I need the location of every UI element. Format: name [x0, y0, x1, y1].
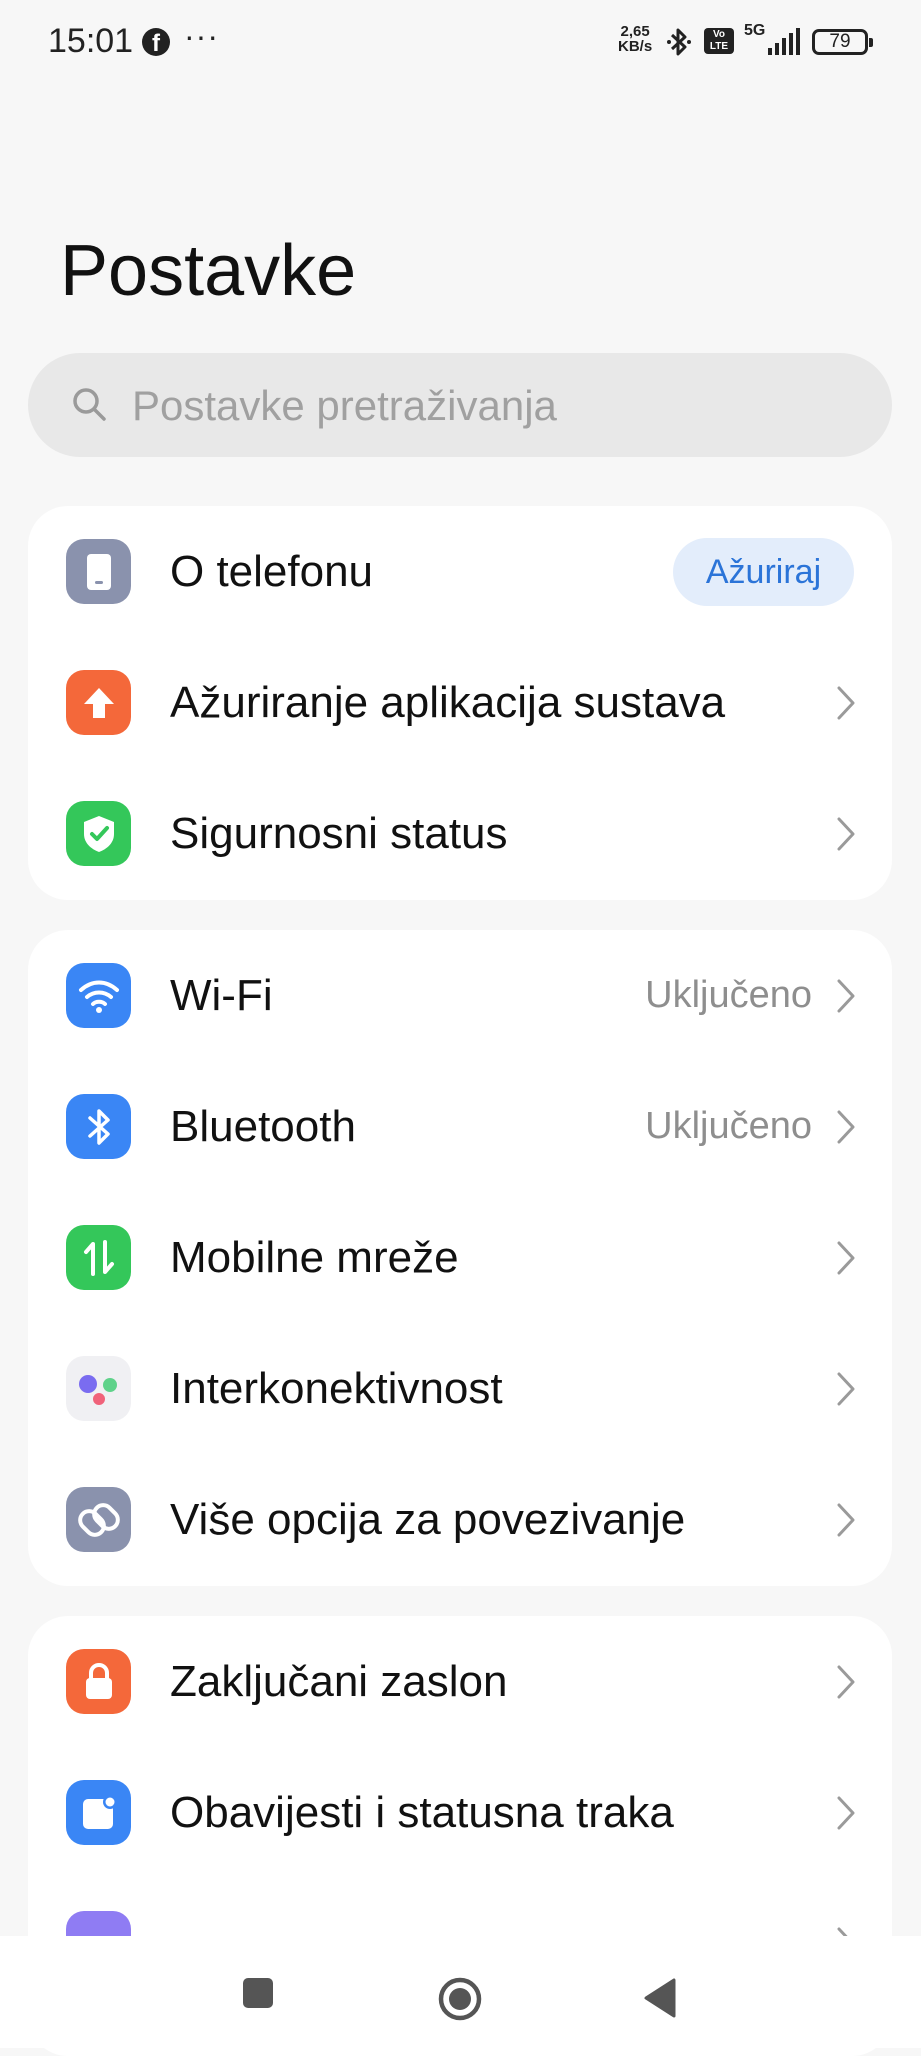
settings-item-interconnectivity[interactable]: Interkonektivnost	[28, 1323, 892, 1454]
network-speed-unit: KB/s	[618, 38, 653, 55]
bluetooth-icon	[66, 1094, 131, 1159]
chevron-right-icon	[837, 1372, 855, 1406]
phone-icon	[66, 539, 131, 604]
settings-item-label: Obavijesti i statusna traka	[170, 1788, 674, 1837]
chevron-right-icon	[837, 686, 855, 720]
settings-item-label: O telefonu	[170, 547, 374, 596]
volte-top: Vo	[712, 29, 726, 40]
settings-item-label: Bluetooth	[170, 1102, 356, 1151]
settings-item-label: Interkonektivnost	[170, 1364, 503, 1413]
back-triangle-icon[interactable]	[640, 1976, 680, 2020]
settings-item-label: Zaključani zaslon	[170, 1657, 508, 1706]
link-icon	[66, 1487, 131, 1552]
facebook-icon: f	[142, 28, 170, 57]
chevron-right-icon	[837, 979, 855, 1013]
update-button[interactable]: Ažuriraj	[673, 538, 854, 606]
settings-group-connectivity: Wi-Fi Uključeno Bluetooth Uključeno Mobi…	[28, 930, 892, 1586]
signal-icon	[768, 28, 800, 55]
shield-check-icon	[66, 801, 131, 866]
settings-item-mobile-networks[interactable]: Mobilne mreže	[28, 1192, 892, 1323]
chevron-right-icon	[837, 1241, 855, 1275]
wifi-icon	[66, 963, 131, 1028]
settings-item-security-status[interactable]: Sigurnosni status	[28, 768, 892, 899]
arrow-up-icon	[66, 670, 131, 735]
volte-icon: Vo LTE	[704, 28, 734, 54]
search-bar[interactable]	[28, 353, 892, 459]
settings-item-label: Sigurnosni status	[170, 809, 508, 858]
lock-icon	[66, 1649, 131, 1714]
settings-item-lock-screen[interactable]: Zaključani zaslon	[28, 1616, 892, 1747]
settings-item-wifi[interactable]: Wi-Fi Uključeno	[28, 930, 892, 1061]
chevron-right-icon	[837, 817, 855, 851]
settings-item-value: Uključeno	[645, 1105, 812, 1147]
mobile-data-icon	[66, 1225, 131, 1290]
chevron-right-icon	[837, 1110, 855, 1144]
bluetooth-status-icon	[667, 28, 691, 56]
more-notifications-icon: ···	[184, 18, 219, 54]
network-speed-value: 2,65	[620, 23, 650, 40]
square-icon[interactable]	[243, 1978, 273, 2008]
navigation-bar	[0, 1936, 921, 2048]
settings-item-notifications-status-bar[interactable]: Obavijesti i statusna traka	[28, 1747, 892, 1878]
notification-icon	[66, 1780, 131, 1845]
settings-item-about-phone[interactable]: O telefonu Ažuriraj	[28, 506, 892, 637]
settings-group-device: O telefonu Ažuriraj Ažuriranje aplikacij…	[28, 506, 892, 900]
battery-level: 79	[829, 31, 851, 52]
settings-item-label: Mobilne mreže	[170, 1233, 459, 1282]
search-input[interactable]	[130, 353, 834, 459]
search-icon	[73, 388, 106, 421]
settings-item-system-app-updates[interactable]: Ažuriranje aplikacija sustava	[28, 637, 892, 768]
chevron-right-icon	[837, 1796, 855, 1830]
chevron-right-icon	[837, 1665, 855, 1699]
settings-item-label: Wi-Fi	[170, 971, 273, 1020]
settings-item-more-connection-options[interactable]: Više opcija za povezivanje	[28, 1454, 892, 1585]
status-time: 15:01	[48, 22, 134, 60]
settings-item-label: Više opcija za povezivanje	[170, 1495, 686, 1544]
status-bar: 15:01 f ··· 2,65 KB/s Vo LTE 5G 79	[0, 0, 921, 86]
volte-bottom: LTE	[709, 41, 729, 52]
battery-icon: 79	[812, 29, 873, 55]
home-circle-icon[interactable]	[437, 1976, 483, 2022]
settings-item-value: Uključeno	[645, 974, 812, 1016]
settings-item-bluetooth[interactable]: Bluetooth Uključeno	[28, 1061, 892, 1192]
network-speed: 2,65 KB/s	[618, 24, 652, 54]
page-title: Postavke	[60, 231, 357, 311]
network-type: 5G	[744, 22, 766, 39]
interconnect-icon	[66, 1356, 131, 1421]
settings-item-label: Ažuriranje aplikacija sustava	[170, 678, 726, 727]
chevron-right-icon	[837, 1503, 855, 1537]
